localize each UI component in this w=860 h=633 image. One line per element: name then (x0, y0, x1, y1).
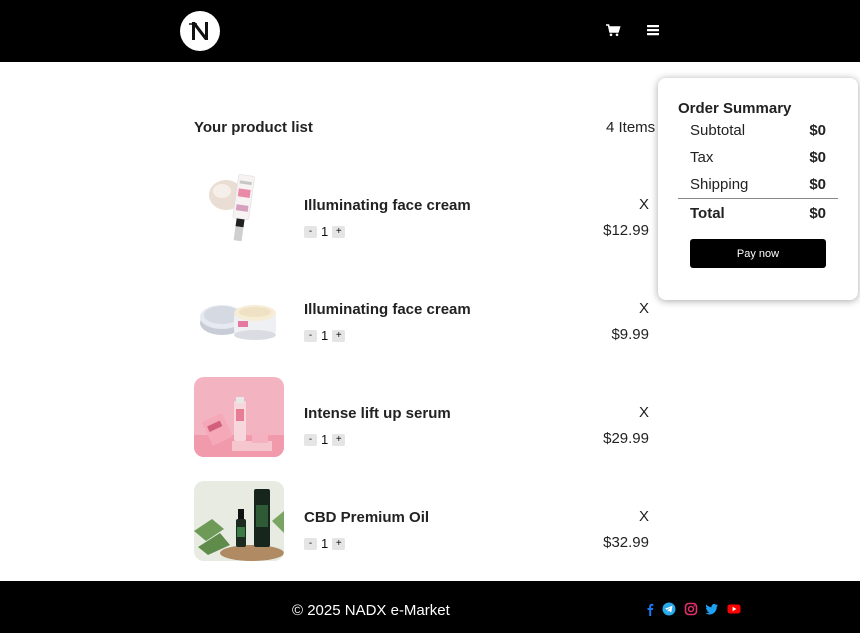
product-row: Illuminating face cream - 1 + X $12.99 (194, 169, 664, 249)
product-image (194, 481, 284, 561)
increase-quantity-button[interactable]: + (332, 329, 346, 342)
product-name: Intense lift up serum (304, 405, 451, 422)
total-label: Total (690, 205, 725, 222)
instagram-icon[interactable] (684, 602, 698, 616)
increase-quantity-button[interactable]: + (332, 225, 346, 238)
product-name: CBD Premium Oil (304, 509, 430, 526)
product-image (194, 169, 284, 249)
copyright-text: © 2025 NADX e-Market (292, 602, 450, 619)
product-name: Illuminating face cream (304, 197, 471, 214)
decrease-quantity-button[interactable]: - (304, 329, 317, 342)
quantity-value: 1 (321, 328, 329, 343)
youtube-icon[interactable] (727, 602, 741, 616)
telegram-icon[interactable] (662, 602, 676, 616)
product-image (194, 273, 284, 353)
order-summary-title: Order Summary (678, 100, 792, 117)
order-summary-panel: Order Summary Subtotal $0 Tax $0 Shippin… (658, 78, 858, 300)
quantity-stepper: - 1 + (304, 224, 346, 239)
logo[interactable] (180, 11, 220, 51)
quantity-value: 1 (321, 536, 329, 551)
quantity-value: 1 (321, 224, 329, 239)
decrease-quantity-button[interactable]: - (304, 225, 317, 238)
decrease-quantity-button[interactable]: - (304, 537, 317, 550)
product-price: $29.99 (603, 430, 649, 447)
tax-label: Tax (690, 149, 714, 166)
product-price: $32.99 (603, 534, 649, 551)
pay-now-button[interactable]: Pay now (690, 239, 826, 268)
items-count: 4 Items (606, 119, 656, 136)
hamburger-menu-icon[interactable] (645, 22, 661, 38)
cart-icon[interactable] (605, 22, 621, 38)
product-list-title: Your product list (194, 119, 313, 136)
product-row: Illuminating face cream - 1 + X $9.99 (194, 273, 664, 353)
shipping-label: Shipping (690, 176, 749, 193)
product-image (194, 377, 284, 457)
facebook-icon[interactable] (643, 602, 657, 616)
quantity-stepper: - 1 + (304, 536, 346, 551)
quantity-value: 1 (321, 432, 329, 447)
footer: © 2025 NADX e-Market (0, 581, 860, 633)
subtotal-value: $0 (809, 122, 826, 139)
increase-quantity-button[interactable]: + (332, 433, 346, 446)
decrease-quantity-button[interactable]: - (304, 433, 317, 446)
product-price: $12.99 (603, 222, 649, 239)
twitter-icon[interactable] (705, 602, 719, 616)
tax-value: $0 (809, 149, 826, 166)
product-row: Intense lift up serum - 1 + X $29.99 (194, 377, 664, 457)
remove-item-button[interactable]: X (639, 196, 649, 213)
remove-item-button[interactable]: X (639, 300, 649, 317)
product-name: Illuminating face cream (304, 301, 471, 318)
n-logo-icon (189, 22, 208, 40)
increase-quantity-button[interactable]: + (332, 537, 346, 550)
quantity-stepper: - 1 + (304, 432, 346, 447)
remove-item-button[interactable]: X (639, 508, 649, 525)
top-nav (0, 0, 860, 62)
total-value: $0 (809, 205, 826, 222)
subtotal-label: Subtotal (690, 122, 746, 139)
product-price: $9.99 (611, 326, 649, 343)
remove-item-button[interactable]: X (639, 404, 649, 421)
shipping-value: $0 (809, 176, 826, 193)
quantity-stepper: - 1 + (304, 328, 346, 343)
product-row: CBD Premium Oil - 1 + X $32.99 (194, 481, 664, 561)
summary-divider (678, 198, 838, 199)
